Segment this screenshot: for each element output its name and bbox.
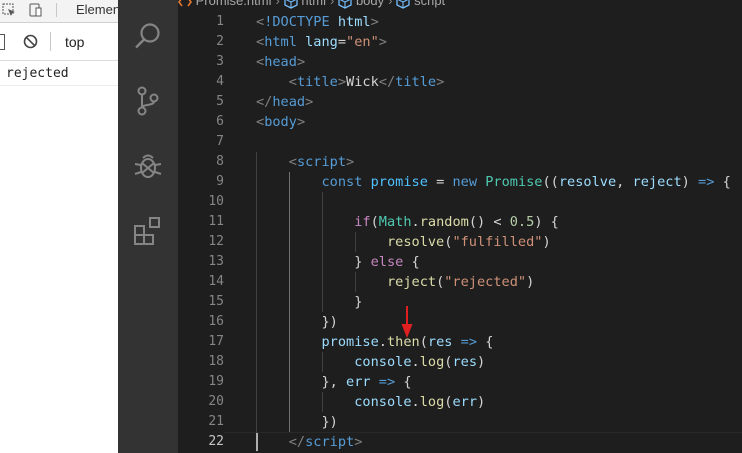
console-message-text: rejected	[6, 66, 69, 81]
breadcrumb: Promise.html › html › body › script	[178, 0, 445, 9]
line-number: 5	[216, 94, 224, 109]
sidebar-toggle-icon[interactable]	[0, 34, 5, 50]
line-number: 4	[216, 74, 224, 89]
devtools-tab-bar: Elemen	[0, 0, 120, 23]
code-line: })	[256, 314, 338, 330]
code-line: <script>	[288, 154, 355, 170]
breadcrumb-separator-icon: ›	[388, 0, 393, 8]
code-line: }	[256, 294, 363, 310]
line-number: 13	[208, 254, 224, 269]
code-line: </head>	[256, 94, 314, 110]
source-control-icon[interactable]	[132, 85, 164, 117]
code-line: <body>	[256, 114, 306, 130]
line-number: 20	[208, 394, 224, 409]
code-line: if(Math.random() < 0.5) {	[354, 214, 559, 230]
line-number: 3	[216, 54, 224, 69]
line-number: 15	[208, 294, 224, 309]
code-line: } else {	[256, 254, 420, 270]
toolbar-divider	[50, 32, 51, 51]
code-editor[interactable]: Promise.html › html › body › script 1234567…	[178, 0, 742, 453]
symbol-element-icon	[338, 0, 352, 9]
code-line: <title>Wick</title>	[288, 74, 445, 90]
activity-bar	[118, 0, 178, 453]
text-cursor	[256, 433, 258, 451]
breadcrumb-item[interactable]: script	[410, 0, 445, 8]
html-file-icon	[178, 0, 192, 7]
line-number: 2	[216, 34, 224, 49]
code-line: promise.then(res => {	[321, 334, 494, 350]
line-number-gutter: 1 2 3 4 5 6 7 8 9 10 11 12 13 14 15 16 17 18 19 20 21 22	[178, 12, 224, 452]
code-area[interactable]: <!DOCTYPE html> <html lang="en"> <head> <t…	[256, 12, 731, 452]
line-number: 19	[208, 374, 224, 389]
breadcrumb-item[interactable]: body	[352, 0, 384, 8]
code-line: reject("rejected")	[386, 274, 535, 290]
code-line: })	[256, 414, 338, 430]
breadcrumb-item[interactable]: html	[298, 0, 326, 8]
inspect-element-icon[interactable]	[2, 3, 16, 17]
code-line: }, err => {	[256, 374, 412, 390]
code-line: resolve("fulfilled")	[386, 234, 551, 250]
code-line: <head>	[256, 54, 306, 70]
tab-bar-divider	[56, 3, 57, 17]
debug-icon[interactable]	[132, 150, 164, 182]
code-line: <html lang="en">	[256, 34, 387, 50]
line-number: 7	[216, 134, 224, 149]
code-line: <!DOCTYPE html>	[256, 14, 379, 30]
console-message: rejected	[0, 61, 118, 86]
line-number: 18	[208, 354, 224, 369]
code-line: </script>	[288, 434, 363, 450]
code-line: console.log(err)	[354, 394, 486, 410]
line-number: 11	[208, 214, 224, 229]
code-line: console.log(res)	[354, 354, 486, 370]
symbol-element-icon	[284, 0, 298, 9]
breadcrumb-item[interactable]: Promise.html	[192, 0, 272, 8]
search-icon[interactable]	[132, 20, 164, 52]
browser-devtools: Elemen top rejected	[0, 0, 120, 453]
console-toolbar: top	[0, 23, 118, 61]
arrow-annotation	[401, 306, 413, 338]
code-line: const promise = new Promise((resolve, re…	[321, 174, 731, 190]
line-number: 1	[216, 14, 224, 29]
breadcrumb-separator-icon: ›	[275, 0, 280, 8]
clear-console-icon[interactable]	[23, 34, 38, 49]
line-number: 6	[216, 114, 224, 129]
line-number: 12	[208, 234, 224, 249]
line-number: 9	[216, 174, 224, 189]
extensions-icon[interactable]	[132, 215, 164, 247]
line-number: 8	[216, 154, 224, 169]
line-number: 10	[208, 194, 224, 209]
line-number: 17	[208, 334, 224, 349]
line-number: 14	[208, 274, 224, 289]
line-number: 16	[208, 314, 224, 329]
line-number: 22	[208, 434, 224, 449]
symbol-element-icon	[396, 0, 411, 9]
tab-elements[interactable]: Elemen	[76, 2, 120, 17]
context-selector[interactable]: top	[65, 34, 84, 50]
breadcrumb-separator-icon: ›	[329, 0, 335, 8]
device-toolbar-icon[interactable]	[28, 3, 42, 17]
line-number: 21	[208, 414, 224, 429]
